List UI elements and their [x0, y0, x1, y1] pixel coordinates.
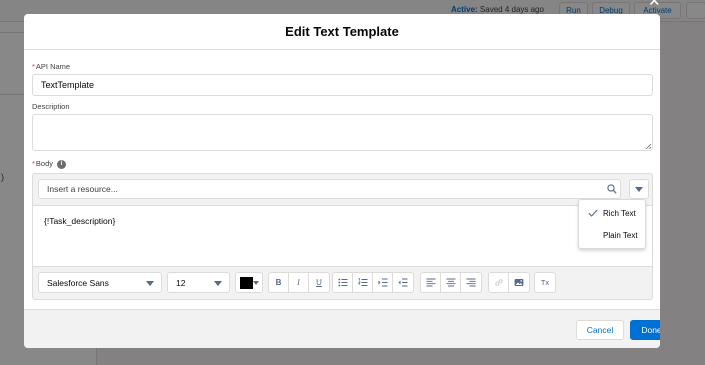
chevron-down-icon: [214, 281, 222, 286]
color-swatch: [240, 277, 253, 289]
search-icon: [607, 184, 617, 194]
check-icon: [588, 209, 598, 217]
text-style-group: B I U: [268, 272, 330, 293]
image-icon: [514, 279, 524, 286]
remove-formatting-button[interactable]: Tx: [535, 273, 555, 292]
menu-item-rich-text[interactable]: Rich Text: [579, 203, 645, 225]
format-dropdown-button[interactable]: [629, 179, 649, 199]
align-center-button[interactable]: [441, 273, 461, 292]
list-indent-group: [332, 272, 414, 293]
outdent-button[interactable]: [393, 273, 413, 292]
description-textarea[interactable]: [32, 114, 653, 151]
link-button[interactable]: [489, 273, 509, 292]
info-icon[interactable]: i: [57, 159, 67, 169]
align-right-button[interactable]: [461, 273, 481, 292]
menu-item-plain-text[interactable]: Plain Text: [579, 225, 645, 247]
insert-image-button[interactable]: [509, 273, 529, 292]
done-button[interactable]: Done: [630, 320, 660, 340]
indent-button[interactable]: [373, 273, 393, 292]
alignment-group: [420, 272, 482, 293]
font-size-select[interactable]: 12: [167, 272, 230, 293]
modal-footer: Cancel Done: [24, 309, 660, 348]
modal-body: *API Name Description *Bodyi {!Task_desc…: [24, 50, 660, 309]
modal-header: Edit Text Template: [24, 14, 660, 50]
outdent-icon: [398, 278, 408, 287]
api-name-input[interactable]: [32, 74, 653, 96]
format-dropdown-menu: Rich Text Plain Text: [578, 199, 646, 249]
align-right-icon: [466, 278, 476, 287]
rich-text-toolbar: Salesforce Sans 12 B I U Tx: [33, 267, 652, 299]
close-icon[interactable]: ✕: [648, 0, 661, 9]
underline-button[interactable]: U: [309, 273, 329, 292]
numbered-list-button[interactable]: [353, 273, 373, 292]
description-label: Description: [32, 102, 70, 111]
body-editor: {!Task_description} Salesforce Sans 12 B…: [32, 173, 653, 300]
align-center-icon: [446, 278, 455, 287]
edit-text-template-modal: Edit Text Template *API Name Description…: [24, 14, 660, 348]
api-name-label: *API Name: [32, 62, 71, 71]
link-icon: [494, 279, 503, 286]
numbered-list-icon: [357, 278, 367, 286]
font-family-select[interactable]: Salesforce Sans: [38, 272, 162, 293]
body-content-text: {!Task_description}: [44, 216, 116, 226]
text-color-picker[interactable]: [235, 272, 263, 293]
cancel-button[interactable]: Cancel: [576, 320, 624, 340]
required-marker: *: [32, 62, 35, 71]
clear-format-group: Tx: [534, 272, 556, 293]
modal-title: Edit Text Template: [285, 24, 399, 39]
indent-icon: [378, 278, 387, 287]
resize-handle-icon[interactable]: [645, 143, 651, 149]
clear-format-icon: Tx: [540, 278, 550, 287]
bold-button[interactable]: B: [269, 273, 289, 292]
body-label: *Body i: [32, 159, 67, 169]
chevron-down-icon: [635, 186, 643, 192]
chevron-down-icon: [146, 281, 154, 286]
align-left-button[interactable]: [421, 273, 441, 292]
align-left-icon: [426, 278, 435, 287]
bulleted-list-button[interactable]: [333, 273, 353, 292]
rich-text-content-area[interactable]: {!Task_description}: [33, 205, 652, 267]
resource-search-input[interactable]: [38, 179, 621, 199]
bulleted-list-icon: [337, 278, 347, 287]
chevron-down-icon: [253, 281, 259, 285]
required-marker: *: [32, 159, 35, 168]
insert-group: [488, 272, 530, 293]
italic-button[interactable]: I: [289, 273, 309, 292]
